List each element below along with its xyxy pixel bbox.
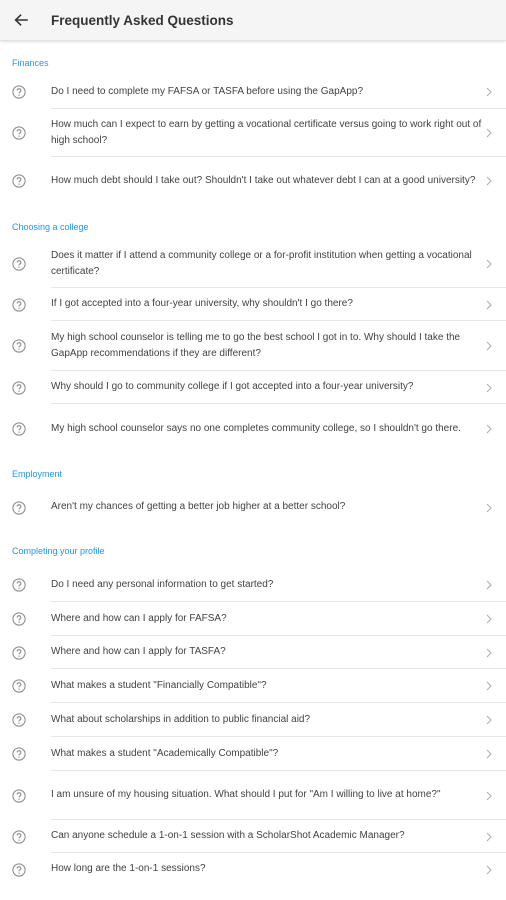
help-circle-icon [12,862,26,877]
faq-list: Finances Do I need to complete my FAFSA … [0,41,506,886]
chevron-right-icon [486,749,492,759]
help-circle-icon [12,612,26,626]
section-header-finances: Finances [12,58,49,68]
faq-item[interactable]: What makes a student "Academically Compa… [0,737,506,771]
section-header-completing-your-profile: Completing your profile [12,546,105,556]
help-circle-icon [12,713,26,727]
help-circle-icon [12,788,26,803]
chevron-right-icon [486,614,492,624]
faq-item[interactable]: My high school counselor is telling me t… [0,321,506,371]
help-circle-icon [12,645,26,660]
faq-question: How much can I expect to earn by getting… [51,118,482,147]
faq-question: My high school counselor is telling me t… [51,331,461,360]
help-circle-icon [12,500,26,515]
faq-question: Aren't my chances of getting a better jo… [51,501,346,513]
help-circle-icon [12,747,26,761]
chevron-right-icon [486,648,492,657]
app-bar: Frequently Asked Questions [0,0,506,41]
page-title: Frequently Asked Questions [51,12,234,28]
faq-question: Where and how can I apply for TASFA? [51,646,226,658]
help-circle-icon [12,679,26,693]
arrow-back-icon [14,14,28,26]
faq-question: What makes a student "Financially Compat… [51,679,267,691]
help-circle-icon [12,829,26,844]
faq-item[interactable]: What about scholarships in addition to p… [0,703,506,737]
chevron-right-icon [486,128,492,138]
chevron-right-icon [486,300,492,309]
help-circle-icon [12,339,26,353]
faq-question: Do I need to complete my FAFSA or TASFA … [51,85,364,97]
help-circle-icon [12,297,26,312]
chevron-right-icon [486,791,492,800]
faq-question: Where and how can I apply for FAFSA? [51,612,227,624]
chevron-right-icon [486,503,492,512]
faq-question: My high school counselor says no one com… [51,422,461,434]
faq-item[interactable]: My high school counselor says no one com… [0,404,506,454]
faq-item[interactable]: Do I need any personal information to ge… [0,568,506,602]
chevron-right-icon [486,715,492,725]
faq-question: What makes a student "Academically Compa… [51,747,279,759]
help-circle-icon [12,85,26,99]
faq-item[interactable]: Do I need to complete my FAFSA or TASFA … [0,75,506,109]
faq-item[interactable]: What makes a student "Financially Compat… [0,669,506,703]
help-circle-icon [12,126,26,140]
faq-question: Does it matter if I attend a community c… [51,249,472,278]
help-circle-icon [12,380,26,395]
faq-question: Can anyone schedule a 1-on-1 session wit… [51,830,405,842]
faq-item[interactable]: Where and how can I apply for FAFSA? [0,602,506,636]
chevron-right-icon [486,87,492,97]
help-circle-icon [12,174,26,188]
help-circle-icon [12,422,26,436]
chevron-right-icon [486,865,492,874]
help-circle-icon [12,578,26,592]
chevron-right-icon [486,176,492,186]
chevron-right-icon [486,383,492,392]
faq-question: If I got accepted into a four-year unive… [51,298,353,310]
faq-question: Do I need any personal information to ge… [51,578,274,590]
chevron-right-icon [486,259,492,269]
faq-item[interactable]: Does it matter if I attend a community c… [0,240,506,288]
faq-item[interactable]: How much debt should I take out? Shouldn… [0,157,506,205]
faq-question: What about scholarships in addition to p… [51,713,311,725]
help-circle-icon [12,257,26,271]
faq-item[interactable]: How much can I expect to earn by getting… [0,109,506,157]
faq-question: How much debt should I take out? Shouldn… [51,174,476,186]
faq-item[interactable]: Aren't my chances of getting a better jo… [0,491,506,524]
faq-item[interactable]: I am unsure of my housing situation. Wha… [0,771,506,820]
faq-item[interactable]: If I got accepted into a four-year unive… [0,288,506,321]
chevron-right-icon [486,580,492,590]
faq-item[interactable]: Where and how can I apply for TASFA? [0,636,506,669]
chevron-right-icon [486,832,492,841]
faq-question: How long are the 1-on-1 sessions? [51,863,206,875]
faq-question: I am unsure of my housing situation. Wha… [51,789,441,801]
chevron-right-icon [486,424,492,434]
section-header-employment: Employment [12,469,63,479]
faq-item[interactable]: How long are the 1-on-1 sessions? [0,853,506,886]
chevron-right-icon [486,681,492,691]
back-button[interactable] [1,0,41,41]
faq-item[interactable]: Why should I go to community college if … [0,371,506,404]
section-header-choosing-a-college: Choosing a college [12,222,89,232]
chevron-right-icon [486,341,492,351]
faq-question: Why should I go to community college if … [51,381,414,393]
faq-item[interactable]: Can anyone schedule a 1-on-1 session wit… [0,820,506,853]
